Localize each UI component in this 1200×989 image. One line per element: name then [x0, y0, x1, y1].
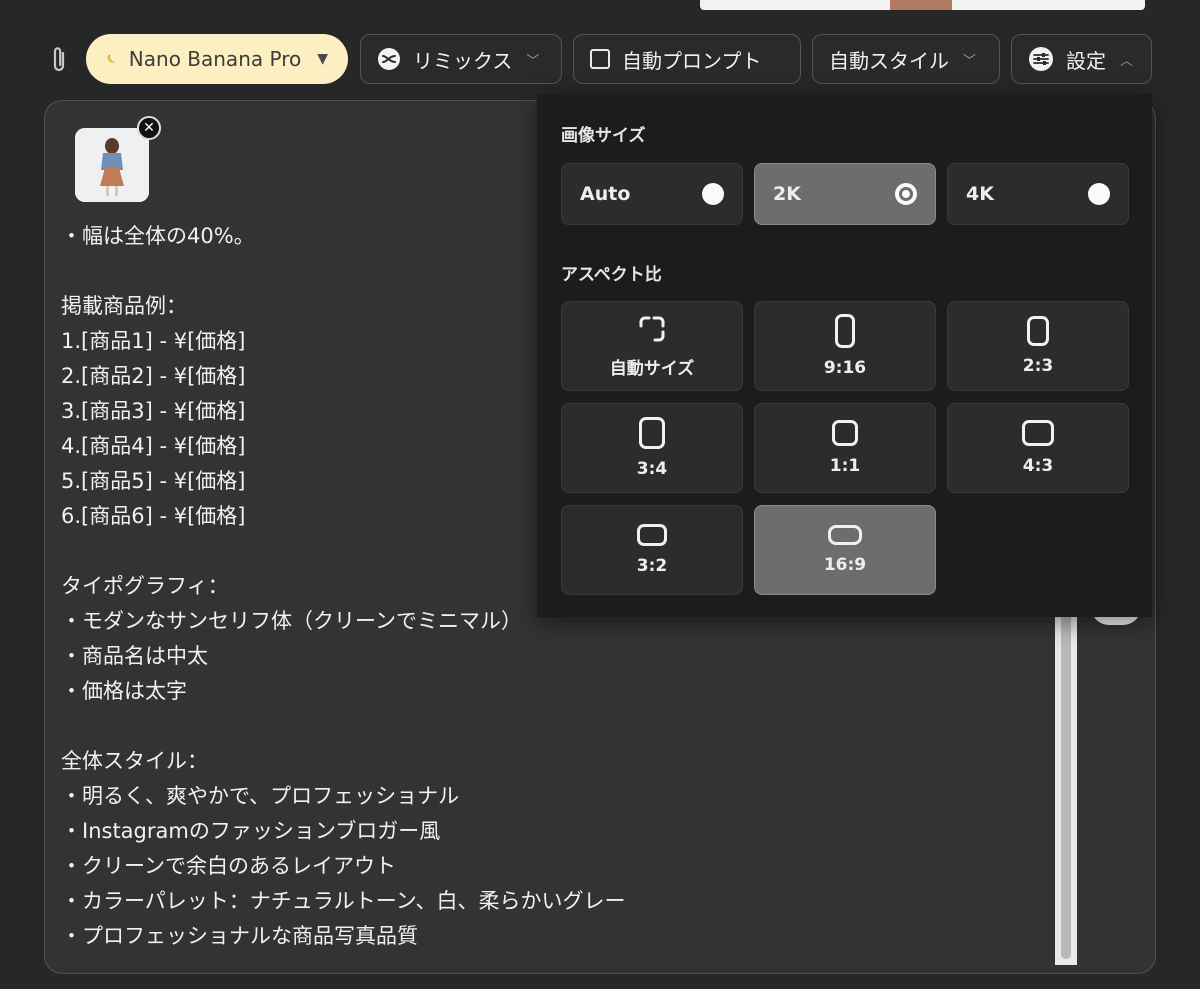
aspect-ratio-heading: アスペクト比: [561, 265, 662, 285]
portrait-icon: [1027, 316, 1049, 346]
auto-prompt-checkbox[interactable]: [590, 49, 610, 69]
auto-prompt-toggle[interactable]: 自動プロンプト: [573, 34, 801, 84]
remove-image-button[interactable]: ✕: [137, 116, 161, 140]
aspect-16-9[interactable]: 16:9: [754, 505, 936, 595]
radio-auto[interactable]: [702, 183, 724, 205]
caret-down-icon: ▼: [317, 51, 328, 67]
aspect-3-2[interactable]: 3:2: [561, 505, 743, 595]
size-option-2k[interactable]: 2K: [754, 163, 936, 225]
radio-4k[interactable]: [1088, 183, 1110, 205]
portrait-tall-icon: [835, 314, 855, 348]
settings-dropdown: 画像サイズ Auto 2K 4K アスペクト比 自動サイズ 9:16 2:3 3…: [537, 94, 1152, 617]
landscape-icon: [637, 524, 667, 546]
aspect-3-4[interactable]: 3:4: [561, 403, 743, 493]
landscape-short-icon: [1022, 420, 1054, 446]
aspect-1-1[interactable]: 1:1: [754, 403, 936, 493]
auto-style-dropdown[interactable]: 自動スタイル ﹀: [812, 34, 1000, 84]
aspect-9-16[interactable]: 9:16: [754, 301, 936, 391]
chevron-down-icon: ﹀: [526, 53, 540, 69]
shuffle-icon: [378, 48, 400, 70]
fashion-photo-thumbnail: [75, 128, 149, 202]
chevron-up-icon: ︿: [1120, 53, 1134, 69]
paperclip-icon[interactable]: [48, 44, 70, 76]
model-selector[interactable]: Nano Banana Pro ▼: [86, 34, 348, 84]
remix-dropdown[interactable]: リミックス ﹀: [360, 34, 562, 84]
toolbar: Nano Banana Pro ▼ リミックス ﹀ 自動プロンプト 自動スタイル…: [0, 0, 1200, 100]
size-option-auto[interactable]: Auto: [561, 163, 743, 225]
close-icon: ✕: [143, 120, 155, 136]
aspect-label: 1:1: [829, 456, 861, 476]
size-option-label: 2K: [773, 183, 801, 205]
model-label: Nano Banana Pro: [128, 47, 302, 71]
settings-button[interactable]: 設定 ︿: [1011, 34, 1152, 84]
auto-style-label: 自動スタイル: [829, 48, 949, 73]
aspect-label: 自動サイズ: [609, 358, 695, 379]
attached-image-thumbnail[interactable]: [75, 128, 149, 202]
aspect-label: 16:9: [823, 555, 867, 575]
square-icon: [832, 420, 858, 446]
size-option-label: Auto: [580, 183, 631, 205]
size-option-4k[interactable]: 4K: [947, 163, 1129, 225]
banana-icon: [107, 54, 115, 63]
image-size-heading: 画像サイズ: [561, 126, 646, 146]
landscape-wide-icon: [828, 525, 862, 545]
sliders-icon: [1029, 47, 1053, 71]
size-option-label: 4K: [966, 183, 994, 205]
remix-label: リミックス: [413, 48, 513, 73]
scrollbar[interactable]: [1055, 601, 1077, 965]
aspect-label: 3:2: [636, 556, 668, 576]
aspect-auto[interactable]: 自動サイズ: [561, 301, 743, 391]
scrollbar-thumb[interactable]: [1061, 607, 1071, 959]
aspect-2-3[interactable]: 2:3: [947, 301, 1129, 391]
settings-label: 設定: [1066, 48, 1106, 73]
aspect-label: 2:3: [1022, 356, 1054, 376]
aspect-4-3[interactable]: 4:3: [947, 403, 1129, 493]
portrait-short-icon: [639, 417, 665, 449]
aspect-label: 3:4: [636, 459, 668, 479]
chevron-down-icon: ﹀: [963, 53, 977, 69]
auto-prompt-label: 自動プロンプト: [622, 48, 762, 73]
aspect-label: 9:16: [823, 358, 867, 378]
aspect-label: 4:3: [1022, 456, 1054, 476]
radio-2k[interactable]: [895, 183, 917, 205]
resize-corners-icon: [639, 316, 665, 341]
